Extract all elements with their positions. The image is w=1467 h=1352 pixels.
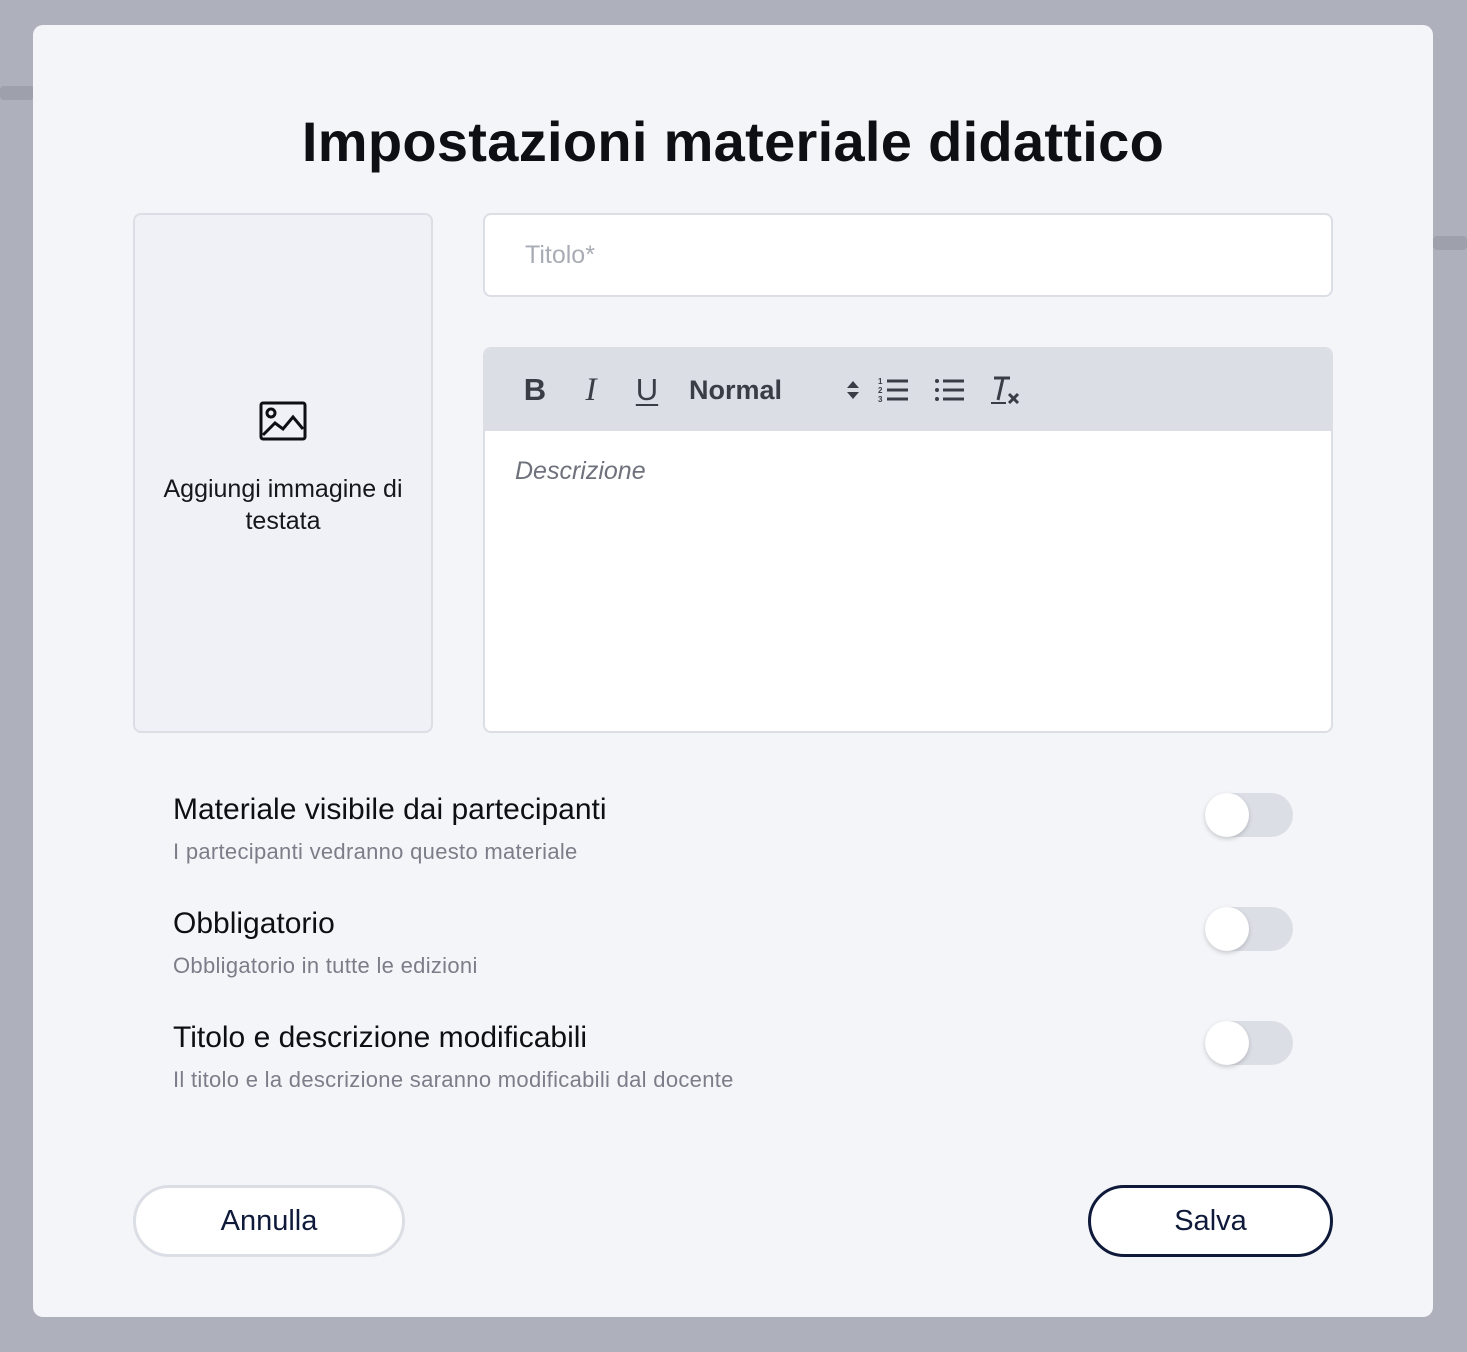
editor-toolbar: B I U Normal 1 2 3 (485, 349, 1331, 431)
toggle-knob (1205, 1021, 1249, 1065)
ordered-list-glyph: 1 2 3 (878, 377, 908, 404)
clear-format-glyph (991, 376, 1020, 405)
setting-editable-title-description: Titolo e descrizione modificabili Il tit… (173, 1021, 1293, 1101)
backdrop-detail (0, 86, 34, 100)
description-editor: B I U Normal 1 2 3 Descrizione (483, 347, 1333, 733)
setting-title: Titolo e descrizione modificabili (173, 1021, 588, 1054)
setting-mandatory: Obbligatorio Obbligatorio in tutte le ed… (173, 907, 1293, 987)
select-arrows-icon (847, 381, 859, 399)
visible-to-participants-toggle[interactable] (1205, 793, 1293, 837)
bullet-list-icon[interactable] (929, 370, 969, 410)
toggle-knob (1205, 907, 1249, 951)
add-header-image-button[interactable]: Aggiungi immagine di testata (133, 213, 433, 733)
toggle-knob (1205, 793, 1249, 837)
title-input[interactable] (483, 213, 1333, 297)
add-header-image-label: Aggiungi immagine di testata (163, 475, 403, 535)
italic-icon[interactable]: I (571, 370, 611, 410)
bold-icon[interactable]: B (515, 370, 555, 410)
description-input[interactable]: Descrizione (485, 431, 1331, 731)
format-select-value: Normal (689, 374, 783, 405)
ordered-list-icon[interactable]: 1 2 3 (873, 370, 913, 410)
modal-title: Impostazioni materiale didattico (301, 110, 1165, 173)
backdrop-detail (1433, 236, 1467, 250)
setting-title: Obbligatorio (173, 907, 335, 940)
cancel-button[interactable]: Annulla (133, 1185, 405, 1257)
editable-title-description-toggle[interactable] (1205, 1021, 1293, 1065)
setting-visible-to-participants: Materiale visibile dai partecipanti I pa… (173, 793, 1293, 873)
svg-text:1: 1 (878, 377, 883, 386)
underline-icon[interactable]: U (627, 370, 667, 410)
mandatory-toggle[interactable] (1205, 907, 1293, 951)
svg-text:2: 2 (878, 386, 883, 395)
setting-title: Materiale visibile dai partecipanti (173, 793, 607, 826)
save-button[interactable]: Salva (1088, 1185, 1333, 1257)
setting-subtitle: Il titolo e la descrizione saranno modif… (173, 1067, 734, 1092)
setting-subtitle: Obbligatorio in tutte le edizioni (173, 953, 478, 978)
settings-modal: Impostazioni materiale didattico Aggiung… (33, 25, 1433, 1317)
format-select[interactable]: Normal (683, 370, 861, 410)
image-icon (259, 401, 307, 441)
setting-subtitle: I partecipanti vedranno questo materiale (173, 839, 578, 864)
bullet-list-glyph (935, 379, 964, 401)
clear-format-icon[interactable] (985, 370, 1025, 410)
svg-text:3: 3 (878, 395, 883, 404)
